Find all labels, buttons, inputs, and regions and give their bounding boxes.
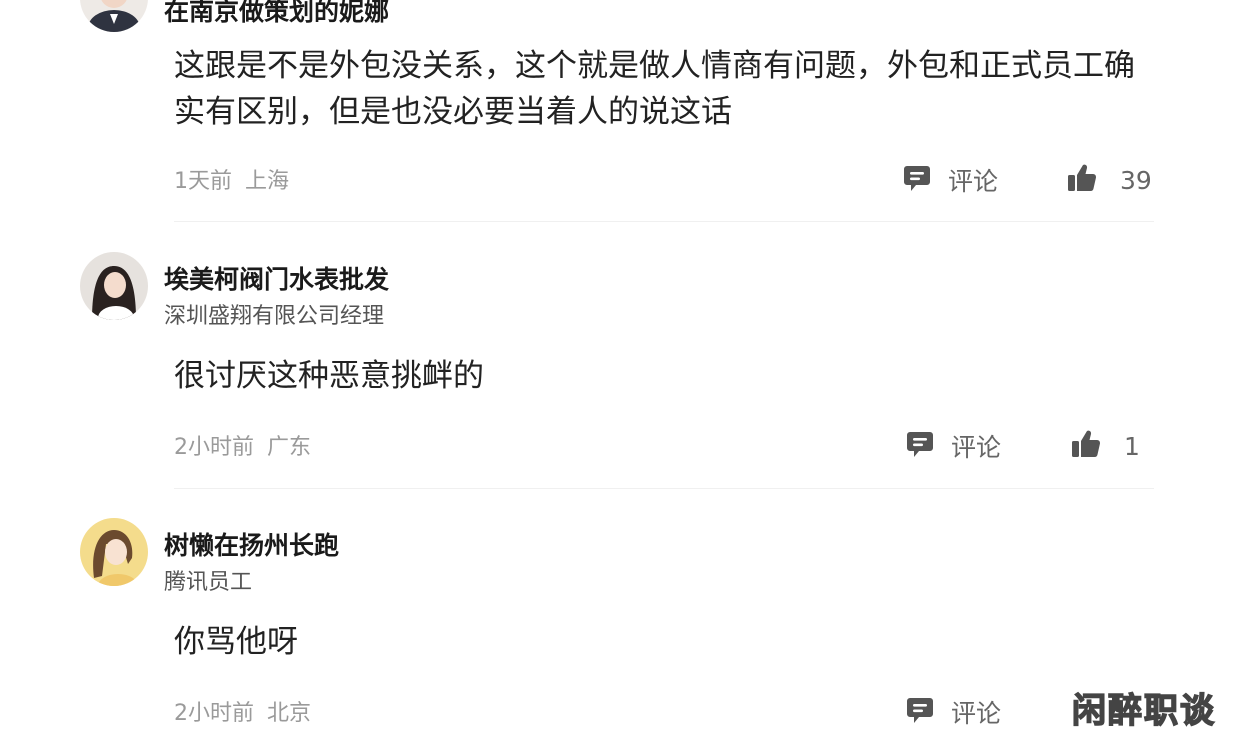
like-count: 39 (1120, 165, 1152, 195)
divider (174, 221, 1154, 222)
watermark-text: 闲醉职谈 (1071, 690, 1216, 732)
avatar[interactable] (80, 518, 148, 586)
divider (174, 488, 1154, 489)
username[interactable]: 在南京做策划的妮娜 (164, 0, 389, 28)
reply-label: 评论 (951, 433, 1002, 462)
comment-time: 2小时前 (174, 435, 254, 460)
comment-meta: 2小时前 广东 (174, 429, 311, 461)
avatar[interactable] (80, 252, 148, 320)
like-count: 1 (1124, 431, 1140, 461)
comment-text: 很讨厌这种恶意挑衅的 (174, 358, 484, 394)
comment-location: 北京 (267, 701, 312, 726)
comment-text: 这跟是不是外包没关系，这个就是做人情商有问题，外包和正式员工确实有区别，但是也没… (174, 48, 1135, 130)
comment-bubble-icon (902, 163, 932, 197)
thumbs-up-icon (1066, 162, 1098, 198)
comment-list: 在南京做策划的妮娜 这跟是不是外包没关系，这个就是做人情商有问题，外包和正式员工… (0, 0, 1248, 752)
like-button[interactable]: 1 (1070, 428, 1140, 464)
comment-bubble-icon (905, 695, 935, 729)
comment-bubble-icon (905, 429, 935, 463)
comment-location: 广东 (267, 435, 312, 460)
user-title: 腾讯员工 (164, 570, 253, 595)
comment-meta: 1天前 上海 (174, 163, 289, 195)
reply-button[interactable]: 评论 (905, 428, 1001, 464)
comment-text: 你骂他呀 (174, 624, 298, 660)
username[interactable]: 埃美柯阀门水表批发 (164, 260, 389, 296)
comment-meta: 2小时前 北京 (174, 695, 311, 727)
reply-button[interactable]: 评论 (905, 694, 1001, 730)
comment-time: 1天前 (174, 169, 232, 194)
comment-location: 上海 (245, 169, 290, 194)
user-title: 深圳盛翔有限公司经理 (164, 304, 385, 329)
thumbs-up-icon (1070, 428, 1102, 464)
like-button[interactable]: 39 (1066, 162, 1152, 198)
username[interactable]: 树懒在扬州长跑 (164, 526, 339, 562)
comment-time: 2小时前 (174, 701, 254, 726)
reply-label: 评论 (951, 699, 1002, 728)
reply-label: 评论 (948, 167, 999, 196)
reply-button[interactable]: 评论 (902, 162, 998, 198)
avatar[interactable] (80, 0, 148, 32)
